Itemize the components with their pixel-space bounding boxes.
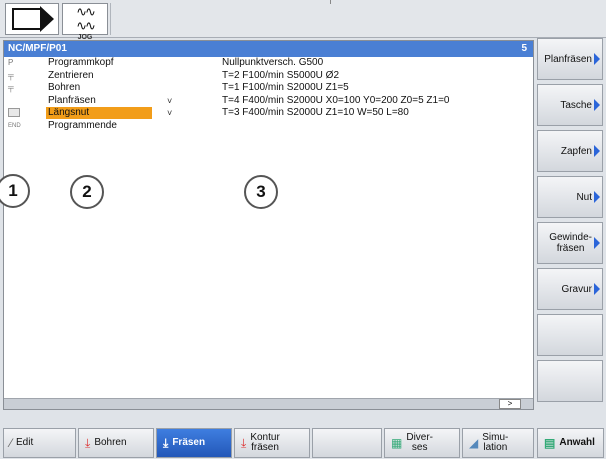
grid-icon: ▦ xyxy=(391,436,403,450)
jog-mode-indicator: ∿∿ ∿∿ JOG xyxy=(62,3,108,41)
program-row[interactable]: P Programmkopf Nullpunktversch. G500 xyxy=(4,57,533,70)
program-row[interactable]: ╤ Bohren T=1 F100/min S2000U Z1=5 xyxy=(4,82,533,95)
softkey-edit[interactable]: ⁄ Edit xyxy=(3,428,76,458)
contour-mill-icon: ⤓ xyxy=(241,436,247,450)
simulation-icon: ◢ xyxy=(469,436,479,450)
softkey-simulation[interactable]: ◢ Simu- lation xyxy=(462,428,534,458)
softkey-gewindefraesen[interactable]: Gewinde- fräsen xyxy=(537,222,603,264)
step-name: Programmende xyxy=(48,119,117,131)
program-header-icon: P xyxy=(8,58,14,67)
softkey-empty-5[interactable] xyxy=(312,428,382,458)
jog-wave-icon: ∿∿ ∿∿ xyxy=(76,5,96,34)
arrow-right-icon xyxy=(594,53,600,65)
softkey-empty-8[interactable] xyxy=(537,360,603,402)
arrow-right-icon xyxy=(594,99,600,111)
program-row[interactable]: ╤ Zentrieren T=2 F100/min S5000U Ø2 xyxy=(4,70,533,83)
arrow-right-icon xyxy=(594,191,600,203)
top-status-bar: ∿∿ ∿∿ JOG xyxy=(0,0,606,41)
step-name: Längsnut xyxy=(46,107,152,119)
step-name: Planfräsen xyxy=(48,94,96,106)
drill-icon: ╤ xyxy=(8,83,14,92)
program-editor: NC/MPF/P01 5 P Programmkopf Nullpunktver… xyxy=(3,40,534,410)
program-row-selected[interactable]: Längsnut ˅ T=3 F400/min S2000U Z1=10 W=5… xyxy=(4,107,533,120)
softkey-fraesen[interactable]: ⤓ Fräsen xyxy=(156,428,232,458)
slot-icon xyxy=(8,107,22,119)
arrow-right-icon xyxy=(594,237,600,249)
block-count: 5 xyxy=(521,43,527,54)
program-end-icon: END xyxy=(8,122,21,129)
pencil-icon: ⁄ xyxy=(10,436,13,450)
softkey-gravur[interactable]: Gravur xyxy=(537,268,603,310)
program-path: NC/MPF/P01 xyxy=(8,43,67,54)
chevron-down-icon: ˅ xyxy=(167,95,173,106)
step-name: Zentrieren xyxy=(48,69,94,81)
editor-header: NC/MPF/P01 5 xyxy=(4,41,533,57)
softkey-zapfen[interactable]: Zapfen xyxy=(537,130,603,172)
program-row[interactable]: END Programmende xyxy=(4,120,533,133)
softkey-empty-7[interactable] xyxy=(537,314,603,356)
softkey-bohren[interactable]: ⤓ Bohren xyxy=(78,428,154,458)
editor-footer: > xyxy=(4,398,533,409)
step-params: T=4 F400/min S2000U X0=100 Y0=200 Z0=5 Z… xyxy=(222,94,450,106)
drill-icon: ╤ xyxy=(8,70,14,80)
softkey-planfraesen[interactable]: Planfräsen xyxy=(537,38,603,80)
callout-3: 3 xyxy=(244,175,278,209)
step-name: Programmkopf xyxy=(48,57,114,68)
step-name: Bohren xyxy=(48,82,81,93)
step-params: T=1 F100/min S2000U Z1=5 xyxy=(222,82,349,93)
softkey-kontur-fraesen[interactable]: ⤓ Kontur fräsen xyxy=(234,428,310,458)
face-mill-icon xyxy=(8,95,22,107)
callout-2: 2 xyxy=(70,175,104,209)
arrow-right-icon xyxy=(594,283,600,295)
more-button[interactable]: > xyxy=(499,399,521,409)
program-row[interactable]: Planfräsen ˅ T=4 F400/min S2000U X0=100 … xyxy=(4,95,533,108)
step-params: T=3 F400/min S2000U Z1=10 W=50 L=80 xyxy=(222,107,409,118)
select-program-icon: ▤ xyxy=(544,436,556,450)
mill-icon: ⤓ xyxy=(163,436,169,450)
softkey-anwahl[interactable]: ▤ Anwahl xyxy=(537,428,604,458)
play-arrow-icon xyxy=(12,8,40,30)
drill-icon: ⤓ xyxy=(85,436,91,450)
softkey-diverses[interactable]: ▦ Diver- ses xyxy=(384,428,460,458)
program-mode-indicator xyxy=(5,3,59,35)
chevron-down-icon: ˅ xyxy=(167,108,173,118)
softkey-tasche[interactable]: Tasche xyxy=(537,84,603,126)
softkey-nut[interactable]: Nut xyxy=(537,176,603,218)
step-params: T=2 F100/min S5000U Ø2 xyxy=(222,69,340,81)
arrow-right-icon xyxy=(594,145,600,157)
step-params: Nullpunktversch. G500 xyxy=(222,57,324,68)
